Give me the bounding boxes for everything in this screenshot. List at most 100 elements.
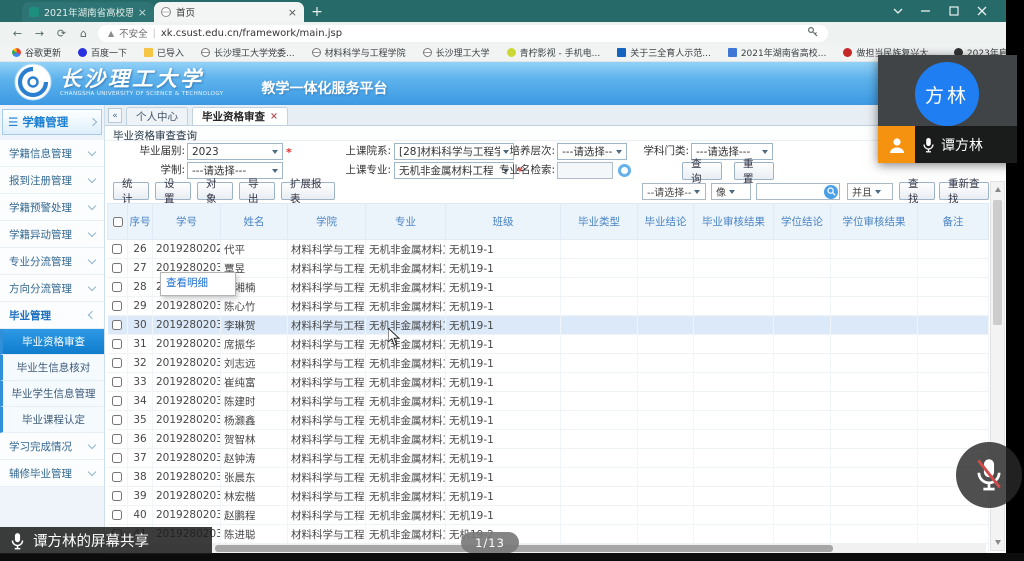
column-header[interactable]: 专业 [366, 204, 446, 240]
key-icon[interactable] [807, 26, 818, 40]
export-button[interactable]: 导出 [239, 182, 275, 200]
horizontal-scrollbar[interactable] [107, 544, 986, 553]
sidebar-group[interactable]: 专业分流管理 [0, 248, 104, 275]
page-indicator[interactable]: 1/13 [461, 532, 519, 553]
row-checkbox[interactable] [112, 301, 122, 311]
tab-close-icon[interactable]: × [270, 111, 278, 122]
row-checkbox[interactable] [112, 377, 122, 387]
sidebar-header[interactable]: ☰ 学籍管理 [2, 109, 102, 135]
maximize-icon[interactable] [948, 5, 960, 17]
bookmark-item[interactable]: 长沙理工大学党委... [201, 46, 295, 59]
row-checkbox[interactable] [112, 320, 122, 330]
find-button[interactable]: 查 找 [899, 182, 935, 200]
microphone-muted-button[interactable] [956, 442, 1022, 508]
query-button[interactable]: 查 询 [682, 162, 722, 180]
refind-button[interactable]: 重新查找 [939, 182, 989, 200]
column-header[interactable]: 毕业结论 [638, 204, 694, 240]
column-header[interactable]: 学号 [153, 204, 221, 240]
row-checkbox[interactable] [112, 510, 122, 520]
column-header[interactable]: 备注 [918, 204, 989, 240]
row-checkbox[interactable] [112, 434, 122, 444]
participant-video-panel[interactable]: 方林 谭方林 [878, 55, 1017, 163]
sidebar-group[interactable]: 毕业管理 [0, 302, 104, 329]
table-row[interactable]: 30201928020309李琳贺材料科学与工程学院无机非金属材料工程无机19-… [108, 316, 989, 335]
table-row[interactable]: 28201928020307吴湘楠材料科学与工程学院无机非金属材料工程无机19-… [108, 278, 989, 297]
column-header[interactable]: 毕业类型 [561, 204, 638, 240]
browser-tab-2[interactable]: 首页 × [154, 2, 304, 22]
home-icon[interactable]: ⌂ [76, 26, 91, 41]
sidebar-group[interactable]: 学籍异动管理 [0, 221, 104, 248]
bookmark-item[interactable]: 关于三全育人示范... [617, 46, 711, 59]
scroll-down-icon[interactable] [995, 540, 1001, 545]
object-button[interactable]: 对象 [197, 182, 233, 200]
table-row[interactable]: 34201928020313陈建时材料科学与工程学院无机非金属材料工程无机19-… [108, 392, 989, 411]
column-header[interactable]: 学位审核结果 [831, 204, 918, 240]
table-row[interactable]: 27201928020303覃昱材料科学与工程学院无机非金属材料工程无机19-1 [108, 259, 989, 278]
url-field[interactable]: ▲ 不安全 | xk.csust.edu.cn/framework/main.j… [98, 25, 828, 42]
table-row[interactable]: 33201928020312崔纯富材料科学与工程学院无机非金属材料工程无机19-… [108, 373, 989, 392]
bookmark-item[interactable]: 已导入 [144, 46, 184, 59]
reload-icon[interactable]: ⟳ [54, 26, 69, 41]
sidebar-group[interactable]: 报到注册管理 [0, 167, 104, 194]
sidebar-group[interactable]: 学习完成情况 [0, 433, 104, 460]
tab-personal-center[interactable]: 个人中心 [126, 107, 188, 125]
bookmark-item[interactable]: 材料科学与工程学院 [312, 46, 406, 59]
row-checkbox[interactable] [112, 472, 122, 482]
filter-logic-select[interactable]: 并且 [847, 183, 893, 200]
table-row[interactable]: 38201928020326张晨东材料科学与工程学院无机非金属材料工程无机19-… [108, 468, 989, 487]
row-checkbox[interactable] [112, 282, 122, 292]
settings-button[interactable]: 设置 [155, 182, 191, 200]
major-search-input[interactable] [557, 162, 613, 179]
table-row[interactable]: 39201928020327林宏楷材料科学与工程学院无机非金属材料工程无机19-… [108, 487, 989, 506]
close-window-icon[interactable] [976, 5, 988, 17]
new-tab-button[interactable]: + [304, 2, 330, 22]
table-row[interactable]: 29201928020308陈心竹材料科学与工程学院无机非金属材料工程无机19-… [108, 297, 989, 316]
view-detail-tooltip[interactable]: 查看明细 [160, 272, 236, 296]
statistics-button[interactable]: 统计 [113, 182, 149, 200]
sidebar-item[interactable]: 毕业生信息核对 [0, 355, 104, 381]
table-row[interactable]: 40201928020329赵鹏程材料科学与工程学院无机非金属材料工程无机19-… [108, 506, 989, 525]
vertical-scrollbar-thumb[interactable] [993, 200, 1002, 325]
sidebar-group[interactable]: 学籍信息管理 [0, 140, 104, 167]
forward-icon[interactable]: → [32, 26, 47, 41]
search-icon[interactable] [824, 185, 838, 199]
schooling-length-select[interactable]: ---请选择--- [187, 162, 283, 179]
advanced-search-icon[interactable] [618, 164, 631, 177]
back-icon[interactable]: ← [10, 26, 25, 41]
sidebar-group[interactable]: 学籍预警处理 [0, 194, 104, 221]
minimize-icon[interactable] [920, 5, 932, 17]
column-header[interactable]: 班级 [446, 204, 561, 240]
tab-close-icon[interactable]: × [138, 6, 147, 19]
row-checkbox[interactable] [112, 453, 122, 463]
column-header[interactable]: 学位结论 [774, 204, 831, 240]
filter-search-input[interactable] [756, 183, 840, 200]
menu-chevron-icon[interactable] [892, 5, 904, 17]
row-checkbox[interactable] [112, 396, 122, 406]
row-checkbox[interactable] [112, 263, 122, 273]
column-header[interactable]: 毕业审核结果 [694, 204, 774, 240]
bookmark-item[interactable]: 长沙理工大学 [423, 46, 490, 59]
table-row[interactable]: 32201928020311刘志远材料科学与工程学院无机非金属材料工程无机19-… [108, 354, 989, 373]
extended-report-button[interactable]: 扩展报表 [281, 182, 335, 200]
bookmark-item[interactable]: 谷歌更新 [12, 46, 61, 59]
row-checkbox[interactable] [112, 244, 122, 254]
scroll-up-icon[interactable] [995, 187, 1001, 192]
sidebar-group[interactable]: 辅修毕业管理 [0, 460, 104, 487]
horizontal-scrollbar-thumb[interactable] [215, 545, 833, 552]
bookmark-item[interactable]: 百度一下 [78, 46, 127, 59]
table-row[interactable]: 35201928020315杨灏鑫材料科学与工程学院无机非金属材料工程无机19-… [108, 411, 989, 430]
tab-close-icon[interactable]: × [288, 6, 297, 19]
browser-tab-1[interactable]: 2021年湖南省高校思想政治工作 × [22, 2, 154, 22]
table-row[interactable]: 26201928020230代平材料科学与工程学院无机非金属材料工程无机19-1 [108, 240, 989, 259]
table-row[interactable]: 37201928020319赵钟涛材料科学与工程学院无机非金属材料工程无机19-… [108, 449, 989, 468]
table-row[interactable]: 36201928020318贺智林材料科学与工程学院无机非金属材料工程无机19-… [108, 430, 989, 449]
select-all-checkbox[interactable] [113, 217, 123, 227]
bookmark-item[interactable]: 青柠影视 - 手机电... [507, 46, 601, 59]
sidebar-item[interactable]: 毕业学生信息管理 [0, 381, 104, 407]
sidebar-item-selected[interactable]: 毕业资格审查 [0, 329, 104, 355]
sidebar-item[interactable]: 毕业课程认定 [0, 407, 104, 433]
column-header[interactable]: 姓名 [221, 204, 288, 240]
filter-field-select[interactable]: --请选择-- [642, 183, 706, 200]
row-checkbox[interactable] [112, 491, 122, 501]
column-header[interactable]: 序号 [128, 204, 153, 240]
